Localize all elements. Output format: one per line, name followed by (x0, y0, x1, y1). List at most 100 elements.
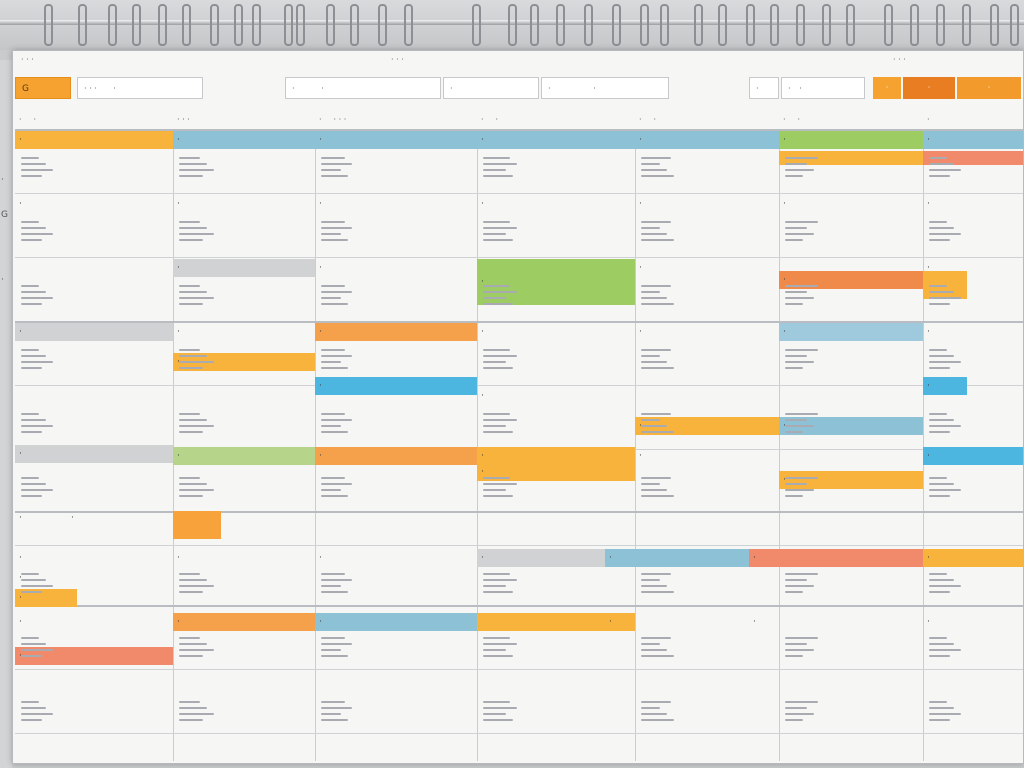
toolbar-field-2[interactable]: · · (285, 77, 441, 99)
cell-detail-lines (21, 473, 61, 501)
calendar-event[interactable] (173, 511, 221, 539)
calendar-event[interactable]: · (635, 323, 779, 341)
cell-detail-lines (785, 633, 825, 661)
grid-column-divider (173, 129, 174, 761)
calendar-event[interactable]: · (15, 445, 173, 463)
calendar-event[interactable]: · (779, 131, 923, 149)
calendar-event[interactable]: · (923, 195, 1023, 213)
toolbar-field-5[interactable]: · (749, 77, 779, 99)
calendar-event[interactable]: · (15, 131, 173, 149)
calendar-event[interactable] (173, 677, 315, 695)
calendar-event[interactable]: · (15, 549, 173, 567)
calendar-event[interactable]: · (779, 195, 923, 213)
menu-button[interactable]: G (15, 77, 71, 99)
calendar-event[interactable]: · (605, 613, 749, 631)
grid-row-divider (15, 605, 1023, 607)
cell-detail-lines (929, 473, 969, 501)
calendar-event[interactable] (605, 677, 749, 695)
calendar-event[interactable]: · (635, 195, 779, 213)
binder-ring (404, 4, 413, 46)
field-value: · (321, 84, 324, 93)
calendar-event[interactable]: · (635, 447, 779, 465)
calendar-event[interactable]: · (315, 613, 477, 631)
column-header-label: · (783, 115, 786, 124)
cell-detail-lines (321, 569, 361, 597)
binder-ring (990, 4, 999, 46)
binder-ring (584, 4, 593, 46)
calendar-event[interactable]: · (477, 131, 635, 149)
toolbar-field-6[interactable]: · · (781, 77, 865, 99)
calendar-event[interactable]: · (923, 613, 1023, 631)
calendar-event[interactable]: · (15, 507, 67, 529)
calendar-event[interactable]: · (173, 323, 315, 341)
cell-detail-lines (641, 473, 681, 501)
calendar-event[interactable]: · (923, 447, 1023, 465)
calendar-event[interactable]: · (923, 549, 1023, 567)
calendar-event[interactable]: · (923, 323, 1023, 341)
cell-detail-lines (641, 281, 681, 309)
calendar-event[interactable]: · (67, 507, 173, 529)
calendar-event[interactable]: · (15, 323, 173, 341)
column-header-label: · (639, 115, 642, 124)
calendar-event[interactable]: · (315, 377, 477, 395)
calendar-event[interactable] (315, 677, 477, 695)
calendar-event[interactable]: · (477, 387, 635, 405)
calendar-event[interactable]: · (749, 613, 923, 631)
toolbar: G · · · · · · · · · · · · · · · (13, 73, 1023, 105)
column-header[interactable]: · · (19, 111, 171, 129)
column-header[interactable]: · · (639, 111, 777, 129)
calendar-event[interactable]: · (173, 131, 315, 149)
calendar-event[interactable] (923, 677, 1023, 695)
toolbar-button-3[interactable]: · (957, 77, 1021, 99)
grid-column-divider (635, 129, 636, 761)
calendar-event[interactable] (15, 669, 173, 687)
binder-ring (284, 4, 293, 46)
toolbar-field-4[interactable]: · · (541, 77, 669, 99)
calendar-event[interactable]: · (15, 613, 173, 631)
column-header[interactable]: · · (783, 111, 921, 129)
cell-detail-lines (785, 409, 825, 437)
binder-ring (660, 4, 669, 46)
calendar-event[interactable]: · (315, 131, 477, 149)
toolbar-field-3[interactable]: · (443, 77, 539, 99)
cell-detail-lines (179, 569, 219, 597)
calendar-event[interactable]: · (315, 447, 477, 465)
toolbar-button-2[interactable]: · (903, 77, 955, 99)
grid-column-divider (477, 129, 478, 761)
calendar-event[interactable]: · (173, 259, 315, 277)
column-header[interactable]: · · · (177, 111, 313, 129)
calendar-event[interactable]: · (477, 323, 635, 341)
calendar-event[interactable]: · (173, 613, 315, 631)
calendar-event[interactable]: · (173, 447, 315, 465)
cell-detail-lines (641, 569, 681, 597)
cell-detail-lines (483, 409, 523, 437)
calendar-event[interactable]: · (635, 259, 779, 277)
toolbar-field-1[interactable]: · · · · (77, 77, 203, 99)
calendar-event[interactable]: · (173, 195, 315, 213)
calendar-event[interactable]: · (635, 131, 779, 149)
column-header-label: · · · (177, 115, 190, 124)
column-header-label: · (19, 115, 22, 124)
grid-row-divider (15, 193, 1023, 194)
calendar-event[interactable]: · (315, 549, 477, 567)
calendar-event[interactable]: · (315, 195, 477, 213)
calendar-event[interactable]: · (923, 377, 967, 395)
calendar-event[interactable]: · (923, 131, 1023, 149)
cell-detail-lines (929, 569, 969, 597)
calendar-event[interactable]: · (779, 323, 923, 341)
calendar-event[interactable]: · (315, 259, 477, 277)
cell-detail-lines (785, 153, 825, 181)
column-header[interactable]: · · · · (319, 111, 475, 129)
toolbar-button-1[interactable]: · (873, 77, 901, 99)
column-header[interactable]: · (927, 111, 1021, 129)
calendar-event[interactable]: · (477, 195, 635, 213)
column-header[interactable]: · · (481, 111, 633, 129)
calendar-event[interactable]: · (749, 549, 923, 567)
calendar-event[interactable]: · (173, 549, 315, 567)
calendar-event[interactable]: · (315, 323, 477, 341)
calendar-event[interactable] (749, 677, 923, 695)
calendar-event[interactable]: · (15, 195, 173, 213)
cell-detail-lines (321, 281, 361, 309)
calendar-event[interactable]: · (605, 549, 749, 567)
binder-ring (936, 4, 945, 46)
